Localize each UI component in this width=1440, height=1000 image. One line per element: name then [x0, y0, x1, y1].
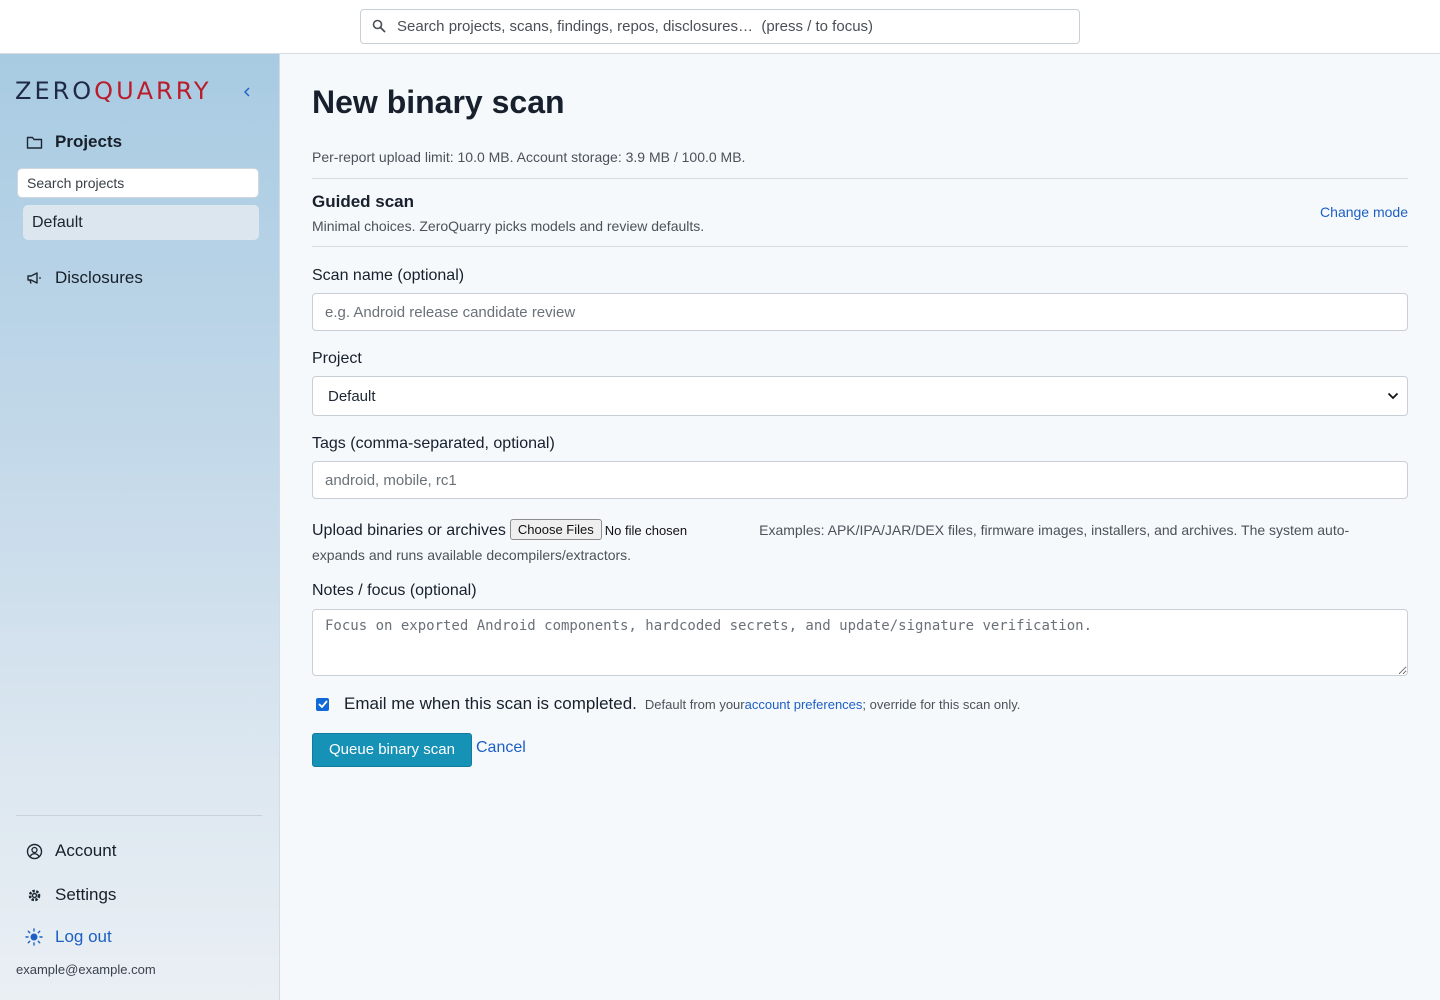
top-bar	[0, 0, 1440, 54]
nav-settings[interactable]: Settings	[25, 885, 116, 905]
email-notify-checkbox[interactable]	[316, 697, 329, 711]
tags-label: Tags (comma-separated, optional)	[312, 435, 555, 452]
nav-account[interactable]: Account	[25, 841, 116, 861]
global-search-box[interactable]	[360, 9, 1080, 44]
scan-name-label: Scan name (optional)	[312, 267, 465, 284]
project-search-input[interactable]	[17, 168, 259, 198]
divider	[312, 178, 1408, 179]
zeroquarry-logo[interactable]: ZΕRO QUARRY	[15, 74, 212, 108]
divider	[312, 246, 1408, 247]
search-icon	[361, 19, 397, 35]
user-email: example@example.com	[16, 962, 156, 977]
project-item-default[interactable]: Default	[23, 205, 259, 240]
email-notify-row: Email me when this scan is completed. De…	[312, 694, 1020, 714]
upload-label: Upload binaries or archives	[312, 522, 506, 539]
nav-logout-label: Log out	[55, 927, 112, 946]
project-select[interactable]: Default	[312, 376, 1408, 416]
logo-zero-text: ZΕRO	[15, 77, 95, 105]
sun-icon	[25, 928, 43, 946]
change-mode-link[interactable]: Change mode	[1320, 204, 1408, 220]
upload-limits-text: Per-report upload limit: 10.0 MB. Accoun…	[312, 149, 746, 165]
nav-account-label: Account	[55, 841, 117, 860]
notes-label: Notes / focus (optional)	[312, 582, 477, 599]
email-hint-prefix: Default from your	[644, 696, 745, 712]
email-hint-suffix: ; override for this scan only.	[862, 696, 1021, 712]
nav-disclosures[interactable]: Disclosures	[25, 268, 143, 288]
logo-quarry-text: QUARRY	[94, 77, 212, 105]
page-title: New binary scan	[312, 84, 565, 120]
tags-input[interactable]	[312, 461, 1408, 499]
scan-name-input[interactable]	[312, 293, 1408, 331]
nav-settings-label: Settings	[55, 885, 117, 904]
upload-row: Upload binaries or archives Choose Files N…	[312, 518, 1392, 567]
sidebar: ZΕROQUARRY Projects Default Disclosures …	[0, 54, 280, 1000]
notes-textarea[interactable]	[312, 609, 1408, 676]
checkmark-icon	[317, 700, 328, 708]
nav-logout[interactable]: Log out	[25, 927, 112, 947]
chevron-left-icon	[243, 87, 250, 97]
project-label: Project	[312, 350, 362, 367]
cancel-link[interactable]: Cancel	[476, 739, 526, 757]
collapse-sidebar-button[interactable]	[238, 82, 256, 102]
nav-disclosures-label: Disclosures	[55, 268, 143, 287]
project-select-value: Default	[328, 387, 376, 405]
global-search-input[interactable]	[397, 18, 1057, 35]
user-circle-icon	[25, 842, 43, 860]
queue-binary-scan-button[interactable]: Queue binary scan	[312, 733, 472, 767]
folder-icon	[25, 133, 43, 151]
gear-icon	[25, 886, 43, 904]
mode-title: Guided scan	[312, 192, 415, 211]
megaphone-icon	[25, 269, 43, 287]
choose-files-button[interactable]: Choose Files	[509, 519, 602, 540]
mode-description: Minimal choices. ZeroQuarry picks models…	[312, 218, 705, 234]
sidebar-divider	[16, 815, 262, 816]
nav-projects-label: Projects	[55, 132, 123, 151]
nav-projects[interactable]: Projects	[25, 132, 122, 152]
file-status-text: No file chosen	[604, 523, 688, 538]
email-notify-label[interactable]: Email me when this scan is completed.	[344, 694, 637, 714]
chevron-down-icon	[1386, 389, 1400, 403]
account-preferences-link[interactable]: account preferences	[745, 697, 863, 712]
